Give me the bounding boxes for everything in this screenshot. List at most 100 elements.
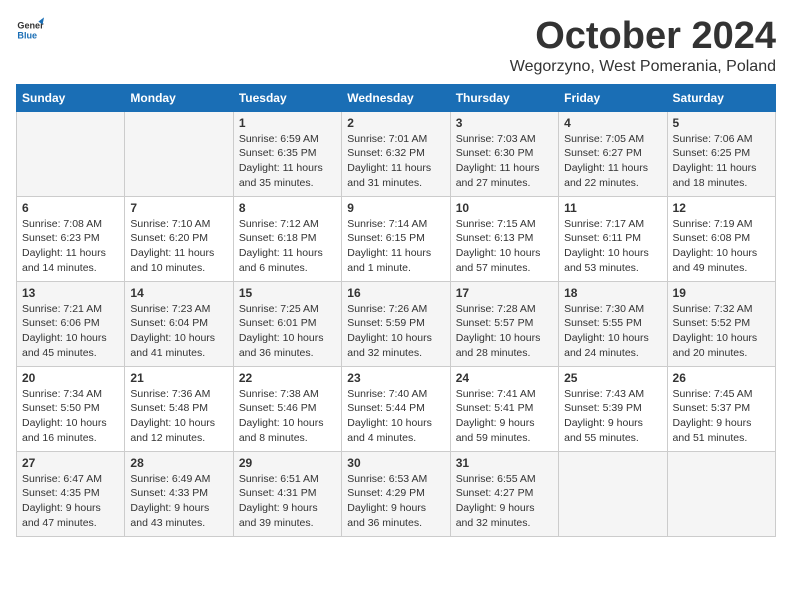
day-cell: 27 Sunrise: 6:47 AMSunset: 4:35 PMDaylig… xyxy=(17,451,125,536)
day-info: Sunrise: 6:55 AMSunset: 4:27 PMDaylight:… xyxy=(456,472,553,531)
day-info: Sunrise: 7:41 AMSunset: 5:41 PMDaylight:… xyxy=(456,387,553,446)
day-number: 10 xyxy=(456,201,553,215)
day-number: 29 xyxy=(239,456,336,470)
day-cell: 11 Sunrise: 7:17 AMSunset: 6:11 PMDaylig… xyxy=(559,196,667,281)
day-cell: 28 Sunrise: 6:49 AMSunset: 4:33 PMDaylig… xyxy=(125,451,233,536)
day-number: 12 xyxy=(673,201,770,215)
logo: General Blue xyxy=(16,16,44,44)
day-number: 18 xyxy=(564,286,661,300)
day-cell: 12 Sunrise: 7:19 AMSunset: 6:08 PMDaylig… xyxy=(667,196,775,281)
day-number: 17 xyxy=(456,286,553,300)
day-info: Sunrise: 6:49 AMSunset: 4:33 PMDaylight:… xyxy=(130,472,227,531)
header-thursday: Thursday xyxy=(450,84,558,111)
week-row-3: 20 Sunrise: 7:34 AMSunset: 5:50 PMDaylig… xyxy=(17,366,776,451)
day-info: Sunrise: 7:01 AMSunset: 6:32 PMDaylight:… xyxy=(347,132,444,191)
day-cell: 21 Sunrise: 7:36 AMSunset: 5:48 PMDaylig… xyxy=(125,366,233,451)
calendar-table: Sunday Monday Tuesday Wednesday Thursday… xyxy=(16,84,776,537)
day-number: 2 xyxy=(347,116,444,130)
day-info: Sunrise: 6:47 AMSunset: 4:35 PMDaylight:… xyxy=(22,472,119,531)
day-info: Sunrise: 7:19 AMSunset: 6:08 PMDaylight:… xyxy=(673,217,770,276)
day-cell: 1 Sunrise: 6:59 AMSunset: 6:35 PMDayligh… xyxy=(233,111,341,196)
day-info: Sunrise: 6:51 AMSunset: 4:31 PMDaylight:… xyxy=(239,472,336,531)
day-cell: 31 Sunrise: 6:55 AMSunset: 4:27 PMDaylig… xyxy=(450,451,558,536)
header-row: Sunday Monday Tuesday Wednesday Thursday… xyxy=(17,84,776,111)
day-cell xyxy=(17,111,125,196)
header-saturday: Saturday xyxy=(667,84,775,111)
month-title: October 2024 xyxy=(510,16,776,58)
day-info: Sunrise: 6:59 AMSunset: 6:35 PMDaylight:… xyxy=(239,132,336,191)
day-number: 6 xyxy=(22,201,119,215)
day-cell: 8 Sunrise: 7:12 AMSunset: 6:18 PMDayligh… xyxy=(233,196,341,281)
day-info: Sunrise: 7:23 AMSunset: 6:04 PMDaylight:… xyxy=(130,302,227,361)
title-area: October 2024 Wegorzyno, West Pomerania, … xyxy=(510,16,776,76)
day-cell: 17 Sunrise: 7:28 AMSunset: 5:57 PMDaylig… xyxy=(450,281,558,366)
week-row-1: 6 Sunrise: 7:08 AMSunset: 6:23 PMDayligh… xyxy=(17,196,776,281)
day-cell: 6 Sunrise: 7:08 AMSunset: 6:23 PMDayligh… xyxy=(17,196,125,281)
day-info: Sunrise: 7:10 AMSunset: 6:20 PMDaylight:… xyxy=(130,217,227,276)
day-cell: 14 Sunrise: 7:23 AMSunset: 6:04 PMDaylig… xyxy=(125,281,233,366)
day-cell xyxy=(125,111,233,196)
day-info: Sunrise: 7:43 AMSunset: 5:39 PMDaylight:… xyxy=(564,387,661,446)
day-info: Sunrise: 7:28 AMSunset: 5:57 PMDaylight:… xyxy=(456,302,553,361)
day-cell: 29 Sunrise: 6:51 AMSunset: 4:31 PMDaylig… xyxy=(233,451,341,536)
day-number: 20 xyxy=(22,371,119,385)
day-info: Sunrise: 7:05 AMSunset: 6:27 PMDaylight:… xyxy=(564,132,661,191)
day-info: Sunrise: 7:25 AMSunset: 6:01 PMDaylight:… xyxy=(239,302,336,361)
day-cell: 26 Sunrise: 7:45 AMSunset: 5:37 PMDaylig… xyxy=(667,366,775,451)
day-info: Sunrise: 7:14 AMSunset: 6:15 PMDaylight:… xyxy=(347,217,444,276)
day-cell: 15 Sunrise: 7:25 AMSunset: 6:01 PMDaylig… xyxy=(233,281,341,366)
header-monday: Monday xyxy=(125,84,233,111)
day-info: Sunrise: 7:34 AMSunset: 5:50 PMDaylight:… xyxy=(22,387,119,446)
day-cell: 10 Sunrise: 7:15 AMSunset: 6:13 PMDaylig… xyxy=(450,196,558,281)
day-number: 4 xyxy=(564,116,661,130)
day-number: 30 xyxy=(347,456,444,470)
day-cell: 5 Sunrise: 7:06 AMSunset: 6:25 PMDayligh… xyxy=(667,111,775,196)
day-info: Sunrise: 7:12 AMSunset: 6:18 PMDaylight:… xyxy=(239,217,336,276)
day-number: 22 xyxy=(239,371,336,385)
day-cell: 4 Sunrise: 7:05 AMSunset: 6:27 PMDayligh… xyxy=(559,111,667,196)
day-number: 26 xyxy=(673,371,770,385)
day-cell: 25 Sunrise: 7:43 AMSunset: 5:39 PMDaylig… xyxy=(559,366,667,451)
day-cell xyxy=(559,451,667,536)
day-info: Sunrise: 7:32 AMSunset: 5:52 PMDaylight:… xyxy=(673,302,770,361)
day-cell: 7 Sunrise: 7:10 AMSunset: 6:20 PMDayligh… xyxy=(125,196,233,281)
day-number: 5 xyxy=(673,116,770,130)
header-wednesday: Wednesday xyxy=(342,84,450,111)
week-row-4: 27 Sunrise: 6:47 AMSunset: 4:35 PMDaylig… xyxy=(17,451,776,536)
day-number: 28 xyxy=(130,456,227,470)
day-number: 3 xyxy=(456,116,553,130)
day-cell: 20 Sunrise: 7:34 AMSunset: 5:50 PMDaylig… xyxy=(17,366,125,451)
week-row-0: 1 Sunrise: 6:59 AMSunset: 6:35 PMDayligh… xyxy=(17,111,776,196)
day-cell: 30 Sunrise: 6:53 AMSunset: 4:29 PMDaylig… xyxy=(342,451,450,536)
day-info: Sunrise: 7:36 AMSunset: 5:48 PMDaylight:… xyxy=(130,387,227,446)
day-number: 16 xyxy=(347,286,444,300)
day-cell: 2 Sunrise: 7:01 AMSunset: 6:32 PMDayligh… xyxy=(342,111,450,196)
day-number: 13 xyxy=(22,286,119,300)
day-info: Sunrise: 6:53 AMSunset: 4:29 PMDaylight:… xyxy=(347,472,444,531)
day-cell: 3 Sunrise: 7:03 AMSunset: 6:30 PMDayligh… xyxy=(450,111,558,196)
header-friday: Friday xyxy=(559,84,667,111)
day-info: Sunrise: 7:03 AMSunset: 6:30 PMDaylight:… xyxy=(456,132,553,191)
day-number: 19 xyxy=(673,286,770,300)
day-info: Sunrise: 7:38 AMSunset: 5:46 PMDaylight:… xyxy=(239,387,336,446)
day-number: 8 xyxy=(239,201,336,215)
day-info: Sunrise: 7:26 AMSunset: 5:59 PMDaylight:… xyxy=(347,302,444,361)
header-sunday: Sunday xyxy=(17,84,125,111)
day-cell xyxy=(667,451,775,536)
day-info: Sunrise: 7:08 AMSunset: 6:23 PMDaylight:… xyxy=(22,217,119,276)
day-cell: 16 Sunrise: 7:26 AMSunset: 5:59 PMDaylig… xyxy=(342,281,450,366)
svg-text:Blue: Blue xyxy=(17,30,37,40)
day-info: Sunrise: 7:40 AMSunset: 5:44 PMDaylight:… xyxy=(347,387,444,446)
day-cell: 24 Sunrise: 7:41 AMSunset: 5:41 PMDaylig… xyxy=(450,366,558,451)
day-info: Sunrise: 7:21 AMSunset: 6:06 PMDaylight:… xyxy=(22,302,119,361)
day-number: 23 xyxy=(347,371,444,385)
day-number: 7 xyxy=(130,201,227,215)
day-cell: 9 Sunrise: 7:14 AMSunset: 6:15 PMDayligh… xyxy=(342,196,450,281)
day-number: 14 xyxy=(130,286,227,300)
header-tuesday: Tuesday xyxy=(233,84,341,111)
day-info: Sunrise: 7:30 AMSunset: 5:55 PMDaylight:… xyxy=(564,302,661,361)
day-info: Sunrise: 7:17 AMSunset: 6:11 PMDaylight:… xyxy=(564,217,661,276)
day-number: 15 xyxy=(239,286,336,300)
day-number: 31 xyxy=(456,456,553,470)
day-number: 11 xyxy=(564,201,661,215)
